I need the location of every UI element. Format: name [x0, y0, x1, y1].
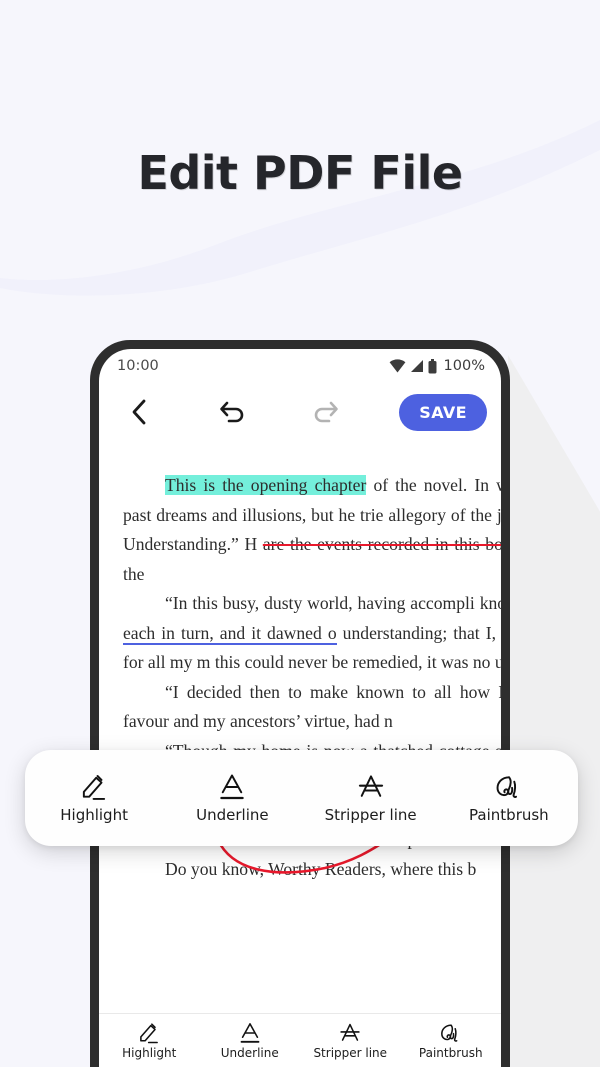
letter-a-strikethrough-icon: [338, 1022, 362, 1044]
letter-a-underline-icon: [238, 1022, 262, 1044]
right-side-panel-decoration: [508, 355, 600, 1067]
bottombar-tool-label: Underline: [220, 1045, 279, 1060]
pdf-paragraph: “I decided then to make known to all how…: [123, 678, 501, 737]
signal-icon: [410, 360, 423, 372]
bottombar-tool-highlight[interactable]: Highlight: [99, 1022, 200, 1060]
bottombar-tool-stripper-line[interactable]: Stripper line: [300, 1022, 401, 1060]
scribble-brush-icon: [494, 773, 524, 801]
pdf-text-run: “I decided then to make known to all how…: [123, 681, 501, 732]
card-tool-highlight[interactable]: Highlight: [25, 773, 163, 824]
scribble-brush-icon: [439, 1022, 463, 1044]
save-button[interactable]: SAVE: [399, 393, 487, 431]
pdf-text-run: Do you know, Worthy Readers, where this …: [165, 858, 477, 879]
back-button[interactable]: [119, 392, 159, 432]
highlighter-pen-icon: [79, 773, 109, 801]
card-tool-label: Highlight: [60, 805, 128, 824]
wifi-icon: [389, 359, 405, 373]
redo-icon: [314, 401, 338, 423]
letter-a-underline-icon: [217, 773, 247, 801]
back-chevron-icon: [132, 399, 146, 425]
page-title-text: Edit PDF File: [137, 146, 463, 200]
annotation-tools-card: Highlight Underline Stripper line Paintbrus…: [25, 750, 578, 846]
bottombar-tool-label: Highlight: [122, 1045, 177, 1060]
phone-mockup-frame: 10:00 100% SAVE This is the opening chap…: [90, 340, 510, 1067]
undo-icon: [220, 401, 244, 423]
highlighter-pen-icon: [137, 1022, 161, 1044]
redo-button[interactable]: [306, 392, 346, 432]
status-bar-time: 10:00: [117, 358, 159, 374]
bottombar-tool-underline[interactable]: Underline: [200, 1022, 301, 1060]
bottombar-tool-label: Stripper line: [313, 1045, 388, 1060]
status-bar: 10:00 100%: [99, 349, 501, 383]
battery-percent-label: 100%: [443, 358, 485, 374]
phone-screen: 10:00 100% SAVE This is the opening chap…: [99, 349, 501, 1067]
card-tool-paintbrush[interactable]: Paintbrush: [440, 773, 578, 824]
status-bar-icons: 100%: [389, 358, 485, 374]
bottombar-tool-label: Paintbrush: [418, 1045, 483, 1060]
battery-icon: [428, 358, 437, 373]
card-tool-label: Underline: [196, 805, 269, 824]
card-tool-label: Stripper line: [324, 805, 417, 824]
bottom-tool-bar: Highlight Underline Stripper line Paintbrus…: [99, 1013, 501, 1067]
pdf-text-run: “In this busy, dusty world, having accom…: [165, 593, 501, 613]
page-title: Edit PDF File: [0, 146, 600, 200]
letter-a-strikethrough-icon: [356, 773, 386, 801]
card-tool-label: Paintbrush: [469, 805, 549, 824]
pdf-paragraph: “In this busy, dusty world, having accom…: [123, 589, 501, 678]
editor-toolbar: SAVE: [99, 383, 501, 441]
undo-button[interactable]: [212, 392, 252, 432]
pdf-paragraph: This is the opening chapter of the novel…: [123, 471, 501, 589]
card-tool-underline[interactable]: Underline: [163, 773, 301, 824]
pdf-paragraph: Do you know, Worthy Readers, where this …: [123, 855, 501, 885]
strikethrough-annotation: are the events recorded in this book, an…: [262, 534, 501, 554]
highlight-annotation: This is the opening chapter: [165, 475, 367, 495]
card-tool-stripper-line[interactable]: Stripper line: [302, 773, 440, 824]
bottombar-tool-paintbrush[interactable]: Paintbrush: [401, 1022, 502, 1060]
